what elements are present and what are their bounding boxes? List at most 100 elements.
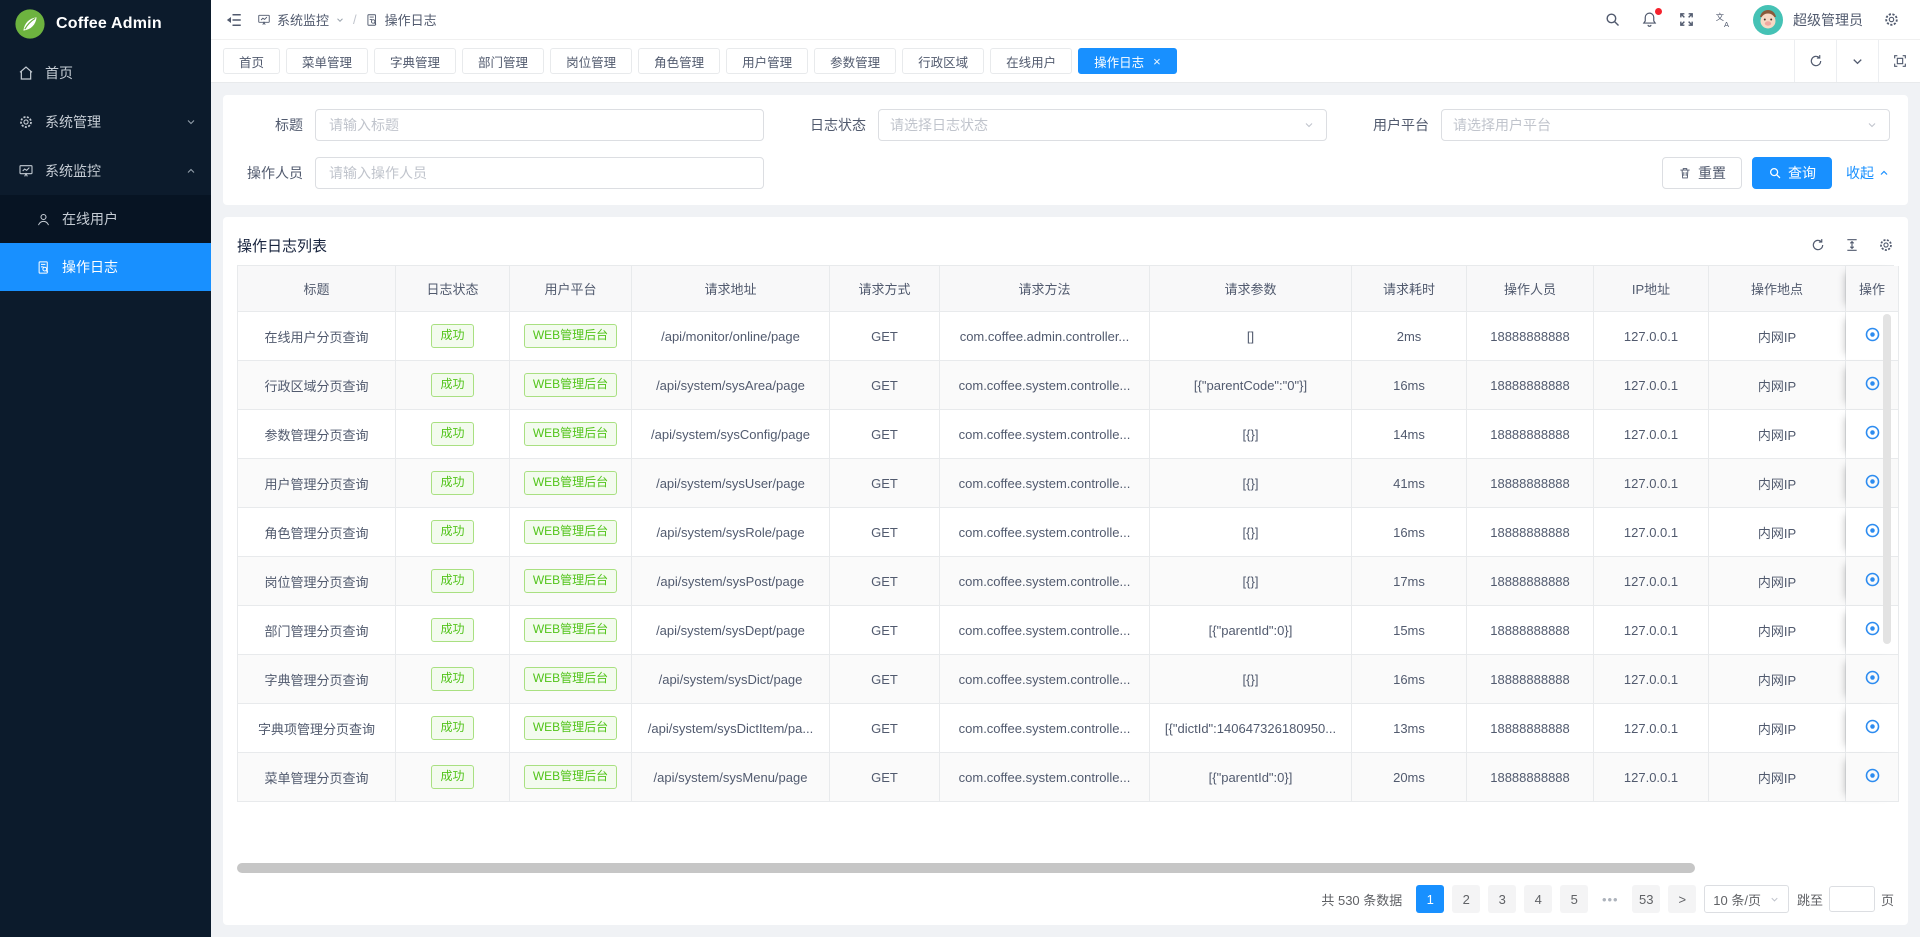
view-detail-icon[interactable] [1864,522,1881,539]
page-button-5[interactable]: 5 [1560,885,1588,913]
view-detail-icon[interactable] [1864,767,1881,784]
table-row: 岗位管理分页查询成功WEB管理后台/api/system/sysPost/pag… [238,557,1899,606]
table-cell: [{}] [1150,459,1352,508]
title-label: 标题 [227,115,315,135]
view-detail-icon[interactable] [1864,326,1881,343]
tab-close-icon[interactable]: × [1153,55,1161,68]
action-cell[interactable] [1846,361,1899,410]
action-cell[interactable] [1846,606,1899,655]
query-button[interactable]: 查询 [1752,157,1832,189]
tab-参数管理[interactable]: 参数管理 [814,48,896,74]
table-cell: [{}] [1150,655,1352,704]
sidebar-collapse-icon[interactable] [225,11,243,29]
main-area: 系统监控 / 操作日志 文A [211,0,1920,937]
table-cell: com.coffee.system.controlle... [940,704,1150,753]
view-detail-icon[interactable] [1864,424,1881,441]
sidebar-item-system-monitor[interactable]: 系统监控 [0,146,211,195]
tab-角色管理[interactable]: 角色管理 [638,48,720,74]
translate-icon[interactable]: 文A [1715,11,1733,29]
status-badge: 成功 [431,716,473,739]
sidebar-item-home[interactable]: 首页 [0,48,211,97]
page-button-4[interactable]: 4 [1524,885,1552,913]
tab-部门管理[interactable]: 部门管理 [462,48,544,74]
sidebar-item-operation-log[interactable]: 操作日志 [0,243,211,291]
tab-岗位管理[interactable]: 岗位管理 [550,48,632,74]
tab-菜单管理[interactable]: 菜单管理 [286,48,368,74]
table-cell: 成功 [396,508,510,557]
view-detail-icon[interactable] [1864,669,1881,686]
title-input[interactable] [327,116,752,134]
tab-操作日志[interactable]: 操作日志× [1078,48,1177,74]
vertical-scrollbar-thumb[interactable] [1883,314,1891,644]
table-cell: 18888888888 [1467,655,1594,704]
page-button-1[interactable]: 1 [1416,885,1444,913]
action-cell[interactable] [1846,753,1899,802]
table-cell: 18888888888 [1467,459,1594,508]
maximize-icon[interactable] [1878,40,1920,82]
tab-首页[interactable]: 首页 [223,48,280,74]
trash-icon [1678,166,1692,180]
form-item-title: 标题 [227,109,764,141]
action-cell[interactable] [1846,312,1899,361]
operator-input[interactable] [327,164,752,182]
table-cell: 内网IP [1709,361,1846,410]
column-header: 请求方式 [830,266,940,312]
notification-bell-icon[interactable] [1641,11,1658,28]
action-cell[interactable] [1846,508,1899,557]
gear-icon[interactable] [1883,11,1900,28]
view-detail-icon[interactable] [1864,718,1881,735]
chevron-down-icon [1769,894,1780,905]
collapse-search-link[interactable]: 收起 [1846,163,1890,183]
search-icon[interactable] [1604,11,1621,28]
sidebar-item-system-management[interactable]: 系统管理 [0,97,211,146]
view-detail-icon[interactable] [1864,375,1881,392]
table-cell: GET [830,361,940,410]
page-button-3[interactable]: 3 [1488,885,1516,913]
table-cell: com.coffee.system.controlle... [940,606,1150,655]
fullscreen-icon[interactable] [1678,11,1695,28]
refresh-icon[interactable] [1794,40,1836,82]
action-cell[interactable] [1846,557,1899,606]
chevron-down-icon[interactable] [1836,40,1878,82]
tab-在线用户[interactable]: 在线用户 [990,48,1072,74]
user-platform-placeholder: 请选择用户平台 [1453,115,1866,135]
status-badge: 成功 [431,667,473,690]
page-button-2[interactable]: 2 [1452,885,1480,913]
action-cell[interactable] [1846,655,1899,704]
user-platform-select[interactable]: 请选择用户平台 [1441,109,1890,141]
table-cell: 字典管理分页查询 [238,655,396,704]
jump-page-input[interactable] [1829,886,1875,912]
next-page-button[interactable]: > [1668,885,1696,913]
action-cell[interactable] [1846,459,1899,508]
table-cell: WEB管理后台 [510,655,632,704]
gear-icon[interactable] [1878,237,1894,253]
table-cell: [{"parentCode":"0"}] [1150,361,1352,410]
chevron-down-icon[interactable] [335,15,345,25]
page-size-select[interactable]: 10 条/页 [1704,885,1789,913]
column-header: 操作地点 [1709,266,1846,312]
reset-button[interactable]: 重置 [1662,157,1742,189]
refresh-icon[interactable] [1810,237,1826,253]
tab-字典管理[interactable]: 字典管理 [374,48,456,74]
view-detail-icon[interactable] [1864,571,1881,588]
table-cell: 18888888888 [1467,704,1594,753]
table-cell: WEB管理后台 [510,459,632,508]
username[interactable]: 超级管理员 [1793,10,1863,30]
row-height-icon[interactable] [1844,237,1860,253]
table-cell: 16ms [1352,508,1467,557]
action-cell[interactable] [1846,704,1899,753]
table-cell: 13ms [1352,704,1467,753]
breadcrumb-parent[interactable]: 系统监控 [277,10,329,29]
avatar[interactable] [1753,5,1783,35]
table-cell: 127.0.0.1 [1594,655,1709,704]
sidebar-item-online-users[interactable]: 在线用户 [0,195,211,243]
tab-行政区域[interactable]: 行政区域 [902,48,984,74]
view-detail-icon[interactable] [1864,473,1881,490]
page-button-53[interactable]: 53 [1632,885,1660,913]
log-status-select[interactable]: 请选择日志状态 [878,109,1327,141]
action-cell[interactable] [1846,410,1899,459]
tab-用户管理[interactable]: 用户管理 [726,48,808,74]
horizontal-scrollbar-thumb[interactable] [237,863,1695,873]
view-detail-icon[interactable] [1864,620,1881,637]
sidebar: Coffee Admin 首页 系统管理 系统监控 在线用户 [0,0,211,937]
